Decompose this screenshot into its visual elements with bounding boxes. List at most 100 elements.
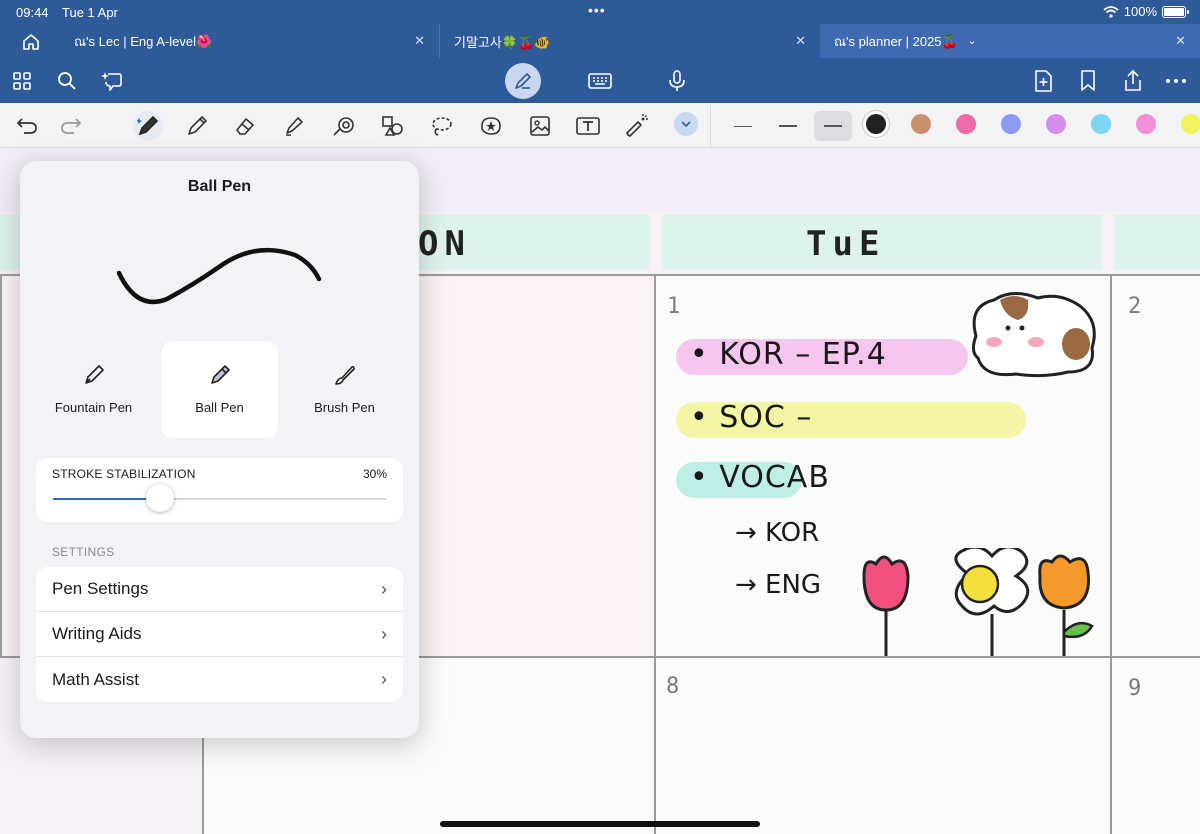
popover-title: Ball Pen: [187, 178, 252, 195]
tab-bar: ณ's Lec | Eng A-level🌺 ✕ 기말고사🍀🍒🐠 ✕ ณ's p…: [0, 24, 1200, 58]
stroke-medium[interactable]: [769, 111, 807, 141]
tools-expand-button[interactable]: [674, 112, 698, 136]
redo-button[interactable]: [56, 111, 86, 141]
day-number: 9: [1128, 676, 1142, 701]
status-time: 09:44: [16, 5, 49, 20]
multitasking-dots-icon[interactable]: •••: [588, 2, 606, 18]
pencil-tool[interactable]: [182, 111, 212, 141]
stroke-stabilization-slider[interactable]: [53, 484, 386, 512]
day-label-mon: ON: [418, 224, 471, 264]
battery-icon: [1162, 5, 1189, 18]
text-tool[interactable]: [573, 111, 603, 141]
keyboard-icon: [588, 73, 612, 89]
close-icon[interactable]: ✕: [795, 33, 806, 49]
lasso-icon: [432, 117, 452, 136]
undo-button[interactable]: [12, 111, 42, 141]
bookmark-icon: [1081, 70, 1095, 91]
pen-mode-icon: [515, 73, 531, 89]
chevron-down-icon: [681, 120, 691, 127]
home-button[interactable]: [12, 28, 50, 56]
element-tool[interactable]: [378, 111, 408, 141]
shapes-icon: [382, 116, 403, 136]
chevron-down-icon[interactable]: ⌄: [968, 36, 976, 47]
shape-tool[interactable]: [329, 111, 359, 141]
note-vocab: • VOCAB: [690, 460, 830, 495]
ai-assist-button[interactable]: [98, 67, 126, 95]
settings-list: Pen Settings › Writing Aids › Math Assis…: [36, 567, 403, 702]
stroke-preview: [116, 247, 322, 305]
stroke-thin[interactable]: [724, 111, 762, 141]
stroke-stabilization-label: STROKE STABILIZATION: [52, 467, 196, 481]
highlighter-tool[interactable]: [279, 111, 309, 141]
dictation-button[interactable]: [663, 67, 691, 95]
close-icon[interactable]: ✕: [1175, 33, 1186, 49]
pen-icon: [137, 115, 159, 136]
lasso-tool[interactable]: [427, 111, 457, 141]
brush-pen-option[interactable]: Brush Pen: [286, 341, 403, 438]
ball-pen-option[interactable]: Ball Pen: [161, 341, 278, 438]
slider-thumb[interactable]: [145, 484, 174, 512]
settings-row-label: Math Assist: [52, 669, 139, 689]
laser-pointer-tool[interactable]: [622, 111, 652, 141]
note-kor: • KOR – EP.4: [690, 337, 887, 372]
text-box-icon: [576, 117, 600, 135]
day-header-wed: [1114, 214, 1200, 270]
pen-option-label: Brush Pen: [314, 400, 375, 415]
search-button[interactable]: [53, 67, 81, 95]
share-button[interactable]: [1119, 67, 1147, 95]
day-number: 2: [1128, 294, 1142, 319]
search-icon: [58, 72, 76, 90]
fountain-pen-option[interactable]: Fountain Pen: [35, 341, 152, 438]
brush-pen-icon: [334, 365, 355, 385]
chevron-right-icon: ›: [381, 578, 387, 599]
home-indicator[interactable]: [440, 821, 760, 827]
color-swatch[interactable]: [1091, 114, 1111, 134]
calendar-cell-wed[interactable]: [1110, 274, 1200, 658]
pen-popover: Ball Pen Fountain Pen Ball Pen Brush Pen…: [20, 161, 419, 738]
color-swatch[interactable]: [1046, 114, 1066, 134]
color-swatch[interactable]: [911, 114, 931, 134]
stroke-stabilization-card: STROKE STABILIZATION 30%: [36, 458, 403, 522]
calendar-cell-tue-next[interactable]: [654, 656, 1112, 834]
writing-aids-row[interactable]: Writing Aids ›: [36, 612, 403, 657]
image-tool[interactable]: [525, 111, 555, 141]
close-icon[interactable]: ✕: [414, 33, 425, 49]
sticker-tool[interactable]: [476, 111, 506, 141]
color-swatch[interactable]: [1181, 114, 1200, 134]
note-soc-text: SOC: [719, 400, 786, 435]
math-assist-row[interactable]: Math Assist ›: [36, 657, 403, 702]
note-sub-kor: → KOR: [735, 518, 820, 548]
grid-view-button[interactable]: [8, 67, 36, 95]
more-button[interactable]: [1162, 67, 1190, 95]
calendar-cell-wed-next[interactable]: [1110, 656, 1200, 834]
bookmark-button[interactable]: [1074, 67, 1102, 95]
ball-pen-icon: [210, 365, 230, 384]
color-swatch[interactable]: [1001, 114, 1021, 134]
divider: [710, 103, 711, 148]
pen-mode-button[interactable]: [505, 63, 541, 99]
sparkle-lasso-icon: [101, 72, 122, 91]
stroke-stabilization-value: 30%: [362, 467, 387, 481]
more-icon: [1166, 79, 1186, 83]
pen-option-label: Ball Pen: [195, 400, 244, 415]
color-swatch[interactable]: [866, 114, 886, 134]
tab-planner[interactable]: ณ's planner | 2025🍒 ⌄ ✕: [820, 24, 1200, 58]
add-page-icon: [1035, 70, 1052, 92]
note-vocab-text: VOCAB: [719, 460, 830, 495]
stroke-thick[interactable]: [814, 111, 852, 141]
slider-fill: [53, 498, 160, 500]
color-swatch[interactable]: [956, 114, 976, 134]
add-page-button[interactable]: [1029, 67, 1057, 95]
ball-pen-tool[interactable]: [133, 111, 163, 141]
day-label-tue: TuE: [806, 224, 886, 264]
color-swatch[interactable]: [1136, 114, 1156, 134]
eraser-tool[interactable]: [230, 111, 260, 141]
fountain-pen-icon: [84, 365, 104, 384]
tab-eng-lecture[interactable]: ณ's Lec | Eng A-level🌺 ✕: [60, 24, 440, 58]
undo-icon: [16, 118, 37, 134]
tab-final-exam[interactable]: 기말고사🍀🍒🐠 ✕: [440, 24, 820, 58]
eraser-icon: [236, 118, 254, 135]
pen-settings-row[interactable]: Pen Settings ›: [36, 567, 403, 612]
laser-pointer-icon: [626, 114, 648, 137]
keyboard-button[interactable]: [586, 67, 614, 95]
